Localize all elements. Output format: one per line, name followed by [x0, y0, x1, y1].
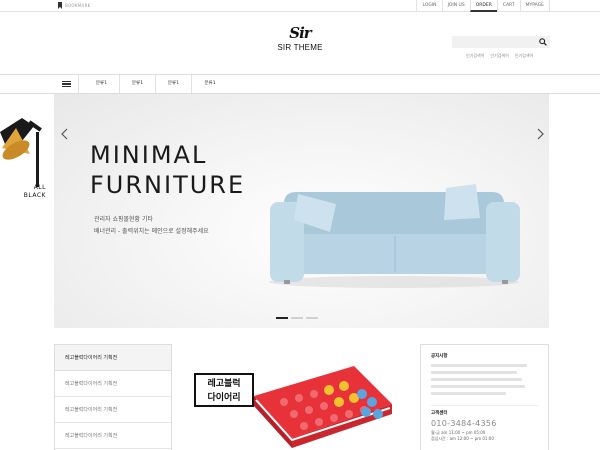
- promo-list-item[interactable]: 레고블럭다이어리 기획전: [55, 397, 171, 423]
- category-menu: 분류1 분류1 분류1 분류1: [84, 75, 228, 93]
- info-panel: 공지사항 고객센터 010-3484-4356 월-금 am 11:00 ~ p…: [420, 344, 549, 450]
- popular-keyword[interactable]: 인기검색어: [466, 53, 484, 59]
- mypage-link[interactable]: MYPAGE: [519, 0, 550, 12]
- hero-desc-line2: 배너관리 - 출력위치는 메인으로 설정해주세요: [94, 228, 209, 235]
- feature-label-line2: 다이어리: [207, 393, 241, 403]
- notice-line[interactable]: [431, 392, 506, 395]
- promo-list-item[interactable]: 레고블럭다이어리 기획전: [55, 371, 171, 397]
- hero-desc-line1: 관리자 쇼핑몰현황 기타: [94, 216, 154, 223]
- cs-hours-line2: 점심시간 : am 12:00 ~ pm 01:00: [431, 436, 494, 441]
- lower-section: 레고블럭다이어리 기획전 레고블럭다이어리 기획전 레고블럭다이어리 기획전 레…: [54, 344, 549, 450]
- side-ad-text[interactable]: ALL BLACK: [16, 184, 46, 200]
- cs-phone: 010-3484-4356: [431, 419, 497, 428]
- search-icon[interactable]: [539, 38, 547, 46]
- notice-line[interactable]: [431, 364, 528, 367]
- main-nav: 분류1 분류1 분류1 분류1: [0, 74, 600, 94]
- feature-label-line1: 레고블럭: [207, 379, 241, 389]
- hero-title: MINIMAL FURNITURE: [90, 140, 245, 200]
- cs-heading: 고객센터: [431, 405, 538, 416]
- promo-list-item[interactable]: 레고블럭다이어리 기획전: [55, 423, 171, 449]
- slide-dot[interactable]: [306, 317, 318, 319]
- notice-line[interactable]: [431, 378, 522, 381]
- join-link[interactable]: JOIN US: [441, 0, 470, 12]
- notice-line[interactable]: [431, 385, 526, 388]
- notice-heading[interactable]: 공지사항: [431, 353, 538, 359]
- bookmark-link[interactable]: BOOKMARK: [58, 0, 91, 11]
- category-item[interactable]: 분류1: [156, 75, 192, 93]
- hero-banner[interactable]: MINIMAL FURNITURE 관리자 쇼핑몰현황 기타 배너관리 - 출력…: [54, 94, 549, 328]
- popular-keywords: 인기검색어 인기검색어 인기검색어: [466, 53, 533, 59]
- hero-title-line1: MINIMAL: [90, 141, 208, 169]
- lego-diary-image: [254, 366, 392, 448]
- side-ad-line2: BLACK: [23, 192, 46, 199]
- cart-link[interactable]: CART: [496, 0, 520, 12]
- feature-label: 레고블럭 다이어리: [194, 373, 254, 407]
- notice-line[interactable]: [431, 371, 517, 374]
- slide-dot[interactable]: [276, 317, 288, 319]
- popular-keyword[interactable]: 인기검색어: [515, 53, 533, 59]
- cs-hours: 월-금 am 11:00 ~ pm 05:00 점심시간 : am 12:00 …: [431, 430, 538, 442]
- slide-dot[interactable]: [291, 317, 303, 319]
- hamburger-menu-icon[interactable]: [54, 75, 79, 93]
- hero-description: 관리자 쇼핑몰현황 기타 배너관리 - 출력위치는 메인으로 설정해주세요: [94, 214, 209, 238]
- slide-indicators: [276, 317, 318, 319]
- bookmark-icon: [58, 2, 62, 9]
- prev-slide-icon[interactable]: [60, 128, 69, 140]
- side-ad-line1: ALL: [33, 184, 46, 191]
- logo-mark: Sir: [289, 24, 311, 42]
- logo-text: SIR THEME: [277, 43, 323, 52]
- search-box: [452, 36, 550, 56]
- popular-keyword[interactable]: 인기검색어: [490, 53, 508, 59]
- utility-nav: LOGIN JOIN US ORDER CART MYPAGE: [416, 0, 550, 12]
- hero-title-line2: FURNITURE: [90, 171, 246, 199]
- next-slide-icon[interactable]: [536, 128, 545, 140]
- promo-list-heading[interactable]: 레고블럭다이어리 기획전: [55, 345, 171, 371]
- promo-list: 레고블럭다이어리 기획전 레고블럭다이어리 기획전 레고블럭다이어리 기획전 레…: [54, 344, 172, 450]
- bookmark-label: BOOKMARK: [65, 3, 91, 8]
- site-logo[interactable]: Sir SIR THEME: [260, 24, 340, 53]
- sofa-image: [269, 184, 520, 288]
- order-link[interactable]: ORDER: [469, 0, 497, 12]
- category-item[interactable]: 분류1: [84, 75, 120, 93]
- top-utility-bar: BOOKMARK LOGIN JOIN US ORDER CART MYPAGE: [0, 0, 600, 12]
- category-item[interactable]: 분류1: [120, 75, 156, 93]
- feature-banner[interactable]: 레고블럭 다이어리: [174, 344, 410, 450]
- category-item[interactable]: 분류1: [192, 75, 228, 93]
- login-link[interactable]: LOGIN: [416, 0, 441, 12]
